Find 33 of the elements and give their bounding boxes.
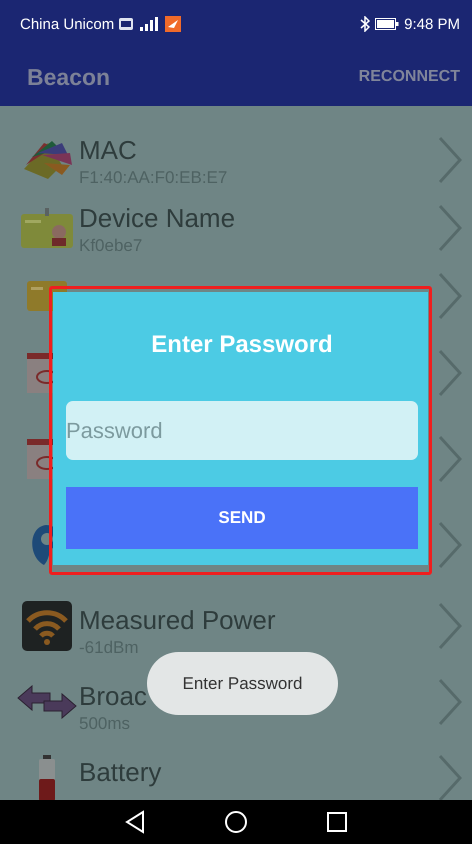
chevron-right-icon: [438, 754, 462, 800]
item-title: Measured Power: [79, 604, 276, 636]
item-title: Battery: [79, 756, 162, 788]
send-button[interactable]: SEND: [66, 487, 418, 549]
carrier-name: China Unicom: [20, 16, 114, 32]
wifi-icon: [22, 601, 72, 651]
chevron-right-icon: [438, 204, 462, 252]
item-title: MAC: [79, 134, 137, 166]
chevron-right-icon: [438, 678, 462, 726]
recents-icon: [326, 811, 348, 833]
id-card-icon: [21, 208, 73, 248]
chevron-right-icon: [438, 521, 462, 569]
double-arrow-icon: [17, 685, 77, 719]
app-icon: [165, 16, 182, 32]
dialog-title: Enter Password: [150, 331, 334, 359]
battery-level-icon: [39, 755, 55, 800]
app-title: Beacon: [27, 64, 110, 90]
chevron-right-icon: [438, 435, 462, 483]
chevron-right-icon: [438, 349, 462, 397]
home-icon: [224, 810, 248, 834]
chevron-right-icon: [438, 602, 462, 650]
item-title: Broac: [79, 680, 147, 712]
chevron-right-icon: [438, 272, 462, 320]
battery-icon: [375, 18, 400, 30]
clock-time: 9:48 PM: [404, 16, 460, 32]
signal-icon: [138, 16, 160, 32]
chevron-right-icon: [438, 136, 462, 184]
password-field[interactable]: Password: [66, 401, 418, 460]
back-icon: [124, 810, 146, 834]
bluetooth-icon: [360, 16, 370, 32]
reconnect-button[interactable]: RECONNECT: [354, 64, 464, 90]
item-title: Device Name: [79, 202, 236, 234]
toast-message: Enter Password: [147, 652, 338, 715]
